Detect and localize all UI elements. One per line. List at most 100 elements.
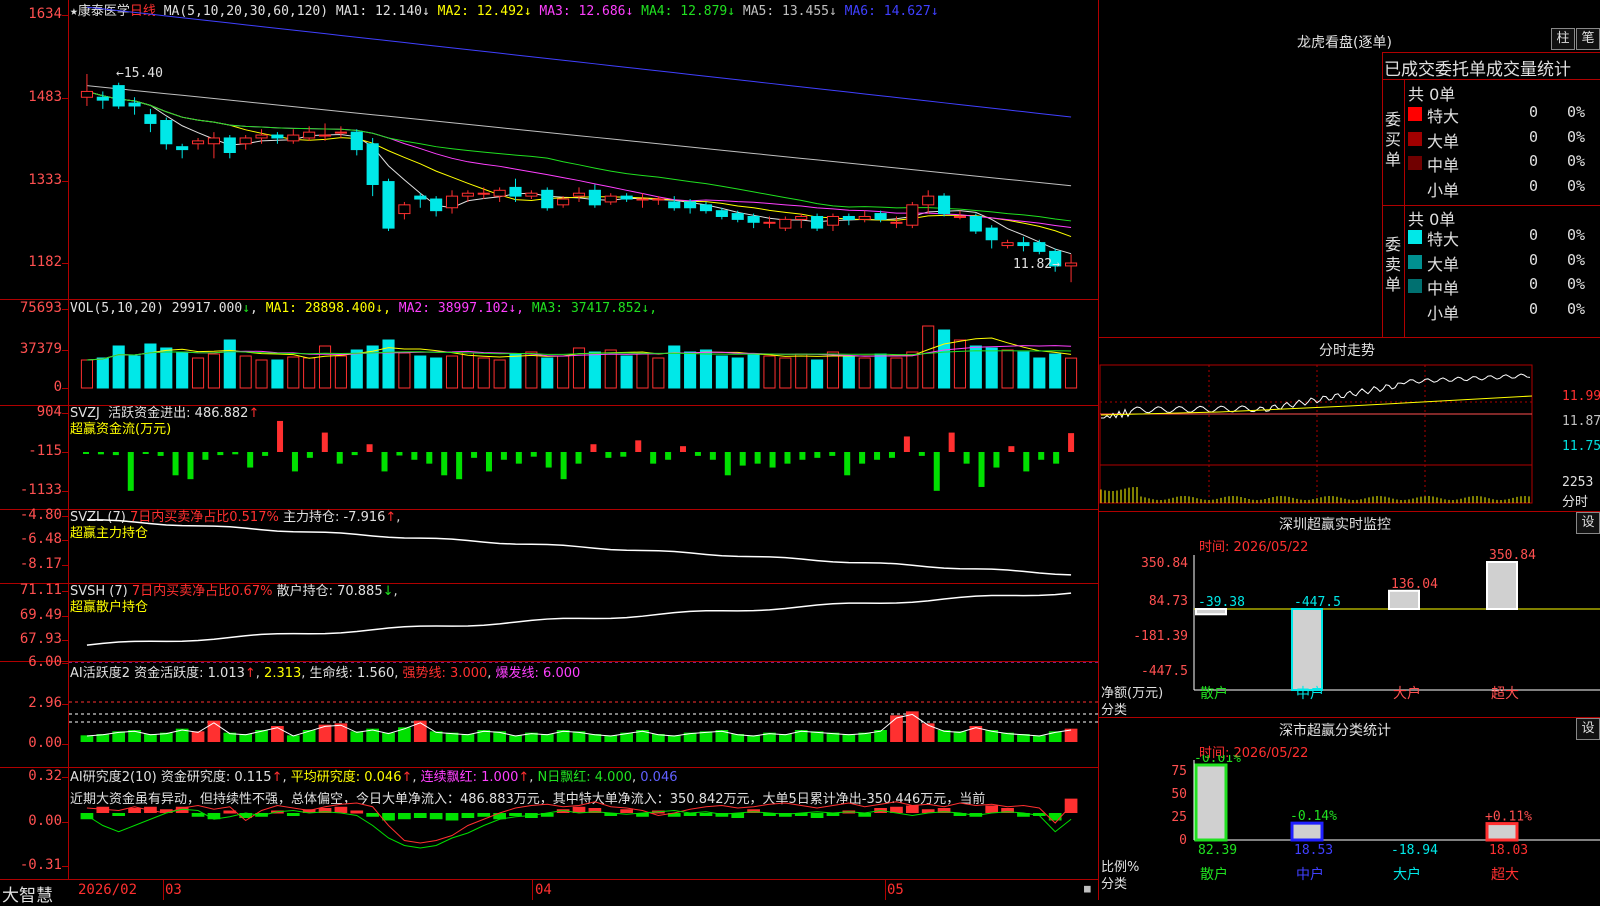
flow-bar <box>948 432 955 452</box>
intraday-vol-label: 分时 <box>1562 495 1589 510</box>
axis-tick-label: 71.11 <box>19 582 62 598</box>
svzl-chart[interactable] <box>69 510 1098 583</box>
flow-bar <box>844 452 851 476</box>
retail-hold-line <box>86 592 1072 646</box>
candle <box>731 210 744 223</box>
volume-bar <box>509 353 522 389</box>
flow-bar <box>903 436 910 452</box>
intraday-chart[interactable] <box>1099 360 1600 510</box>
intraday-price-line <box>1100 373 1531 419</box>
candle-body <box>493 189 506 197</box>
volume-bar <box>1033 357 1046 389</box>
tab-bar-view[interactable]: 柱 <box>1551 28 1575 50</box>
volume-bar <box>414 355 427 389</box>
volume-bar <box>588 351 601 389</box>
volume-bar <box>287 356 300 389</box>
axis-tick-mark <box>62 616 68 617</box>
axis-tick-label: 75693 <box>19 300 62 316</box>
flow-bar <box>650 452 657 464</box>
lock-icon[interactable]: ■ <box>1084 882 1091 895</box>
candle-body <box>287 134 300 142</box>
candle-body <box>461 192 474 197</box>
candle <box>128 97 141 115</box>
volume-bar <box>985 347 998 389</box>
order-color-swatch <box>1408 107 1422 121</box>
candle-body <box>652 198 665 201</box>
flow-bar <box>605 452 612 458</box>
candle-body <box>906 204 919 226</box>
volume-bar <box>96 357 109 389</box>
flow-bar <box>127 452 134 491</box>
svsh-chart[interactable] <box>69 584 1098 661</box>
volume-bar <box>160 347 173 389</box>
volume-bar <box>922 325 935 389</box>
candle-body <box>223 137 236 153</box>
axis-tick-mark <box>62 591 68 592</box>
flow-bar <box>471 452 478 458</box>
candle <box>207 132 220 159</box>
volume-bar <box>541 357 554 389</box>
classify-value-label: 82.39 <box>1198 843 1237 858</box>
monitor-category-label: 超大 <box>1491 686 1519 702</box>
order-count: 0 <box>1529 226 1539 244</box>
research-bar <box>810 813 824 818</box>
classify-y-tick: 25 <box>1171 810 1187 825</box>
flow-bar <box>441 452 448 476</box>
order-count: 0 <box>1529 250 1539 269</box>
svzj-chart[interactable] <box>69 406 1098 509</box>
ai-research-chart[interactable] <box>69 768 1098 879</box>
tab-tick-view[interactable]: 笔 <box>1576 28 1600 50</box>
order-color-swatch <box>1408 180 1422 195</box>
monitor-bar-label: 136.04 <box>1391 577 1438 592</box>
volume-bar <box>557 355 570 389</box>
candle-body <box>811 215 824 229</box>
axis-tick-mark <box>62 388 68 389</box>
volume-bar <box>334 355 347 389</box>
axis-tick-mark <box>62 263 68 264</box>
brand-label: 大智慧 <box>2 886 53 906</box>
flow-bar <box>635 440 642 452</box>
axis-tick-label: 37379 <box>19 341 62 357</box>
candle-body <box>477 192 490 195</box>
classify-bar <box>1290 821 1324 842</box>
sz-classify-settings-button[interactable]: 设 <box>1576 718 1600 740</box>
volume-bar <box>239 355 252 389</box>
axis-tick-label: 6.00 <box>28 654 62 670</box>
classify-top-label: -0.14% <box>1290 809 1337 824</box>
price-chart[interactable]: ←15.40 11.82→ <box>69 0 1098 299</box>
sz-monitor-chart[interactable]: 350.84 84.73 -181.39 -447.5 -39.38 散户 -447.5 中户… <box>1099 530 1600 715</box>
order-color-swatch <box>1408 303 1422 318</box>
activity-bar <box>413 720 427 742</box>
research-bar <box>858 813 872 817</box>
activity-bar <box>350 731 364 742</box>
flow-bar <box>291 452 298 472</box>
monitor-bar <box>1291 608 1323 691</box>
order-size-label: 特大 <box>1427 230 1460 249</box>
right-panel: 龙虎看盘(逐单) 柱 笔 已成交委托单成交量统计 委买单 共 0单 特大 0 0% 大… <box>1099 0 1600 900</box>
flow-bar <box>426 452 433 464</box>
activity-bar <box>921 723 935 742</box>
flow-bar <box>485 452 492 472</box>
volume-chart[interactable] <box>69 300 1098 405</box>
classify-top-label: +0.11% <box>1485 810 1532 825</box>
volume-bar <box>318 345 332 389</box>
flow-bar <box>97 452 104 455</box>
candle-body <box>715 210 728 217</box>
candle-body <box>366 143 379 185</box>
buy-order-label: 委买单 <box>1385 110 1402 169</box>
ai-active-chart[interactable] <box>69 662 1098 767</box>
candle <box>271 132 284 144</box>
sz-classify-chart[interactable]: 75 50 25 0 -0.01% 82.39 散户 -0.14% 18.53 中户 -18.94 大… <box>1099 755 1600 900</box>
ma-line-1 <box>86 90 1072 255</box>
candle-body <box>922 195 935 206</box>
axis-tick-label: -115 <box>28 443 62 459</box>
flow-bar <box>888 452 895 458</box>
axis-tick-label: -1133 <box>19 482 62 498</box>
volume-bar <box>858 357 871 389</box>
research-bar <box>429 813 443 820</box>
main-chart-area[interactable]: ★康泰医学日线 MA(5,10,20,30,60,120) MA1: 12.14… <box>0 0 1099 906</box>
flow-bar <box>1038 452 1045 460</box>
activity-bar <box>953 731 967 742</box>
axis-tick-label: 0.00 <box>28 735 62 751</box>
candle-body <box>668 201 681 209</box>
